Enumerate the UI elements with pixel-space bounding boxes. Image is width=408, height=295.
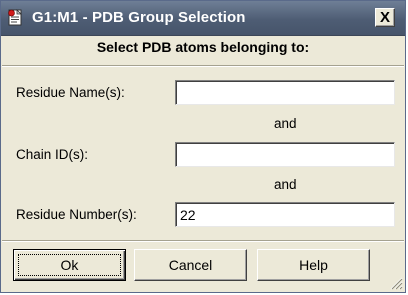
residue-name-input[interactable] xyxy=(175,80,395,105)
group-selection-dialog: G1:M1 - PDB Group Selection X Select PDB… xyxy=(0,0,406,293)
chain-id-input[interactable] xyxy=(175,142,395,167)
and-connector-1: and xyxy=(274,116,297,131)
window-title: G1:M1 - PDB Group Selection xyxy=(32,9,246,26)
residue-number-label: Residue Number(s): xyxy=(16,207,137,222)
help-button-label: Help xyxy=(299,257,328,273)
residue-name-label: Residue Name(s): xyxy=(16,85,125,100)
ok-button[interactable]: Ok xyxy=(13,249,126,281)
pdb-app-icon xyxy=(8,9,22,26)
help-button[interactable]: Help xyxy=(257,249,370,281)
chain-id-label: Chain ID(s): xyxy=(16,147,89,162)
cancel-button-label: Cancel xyxy=(168,257,213,273)
close-button[interactable]: X xyxy=(375,8,395,27)
focus-ring xyxy=(18,254,121,276)
form-heading: Select PDB atoms belonging to: xyxy=(96,39,310,55)
cancel-button[interactable]: Cancel xyxy=(134,249,247,281)
close-icon: X xyxy=(379,9,390,26)
and-connector-2: and xyxy=(274,177,297,192)
button-divider xyxy=(2,240,404,242)
resize-grip-icon[interactable] xyxy=(389,276,403,290)
title-bar[interactable]: G1:M1 - PDB Group Selection X xyxy=(1,1,405,36)
heading-divider xyxy=(2,65,404,67)
residue-number-input[interactable] xyxy=(175,202,395,227)
